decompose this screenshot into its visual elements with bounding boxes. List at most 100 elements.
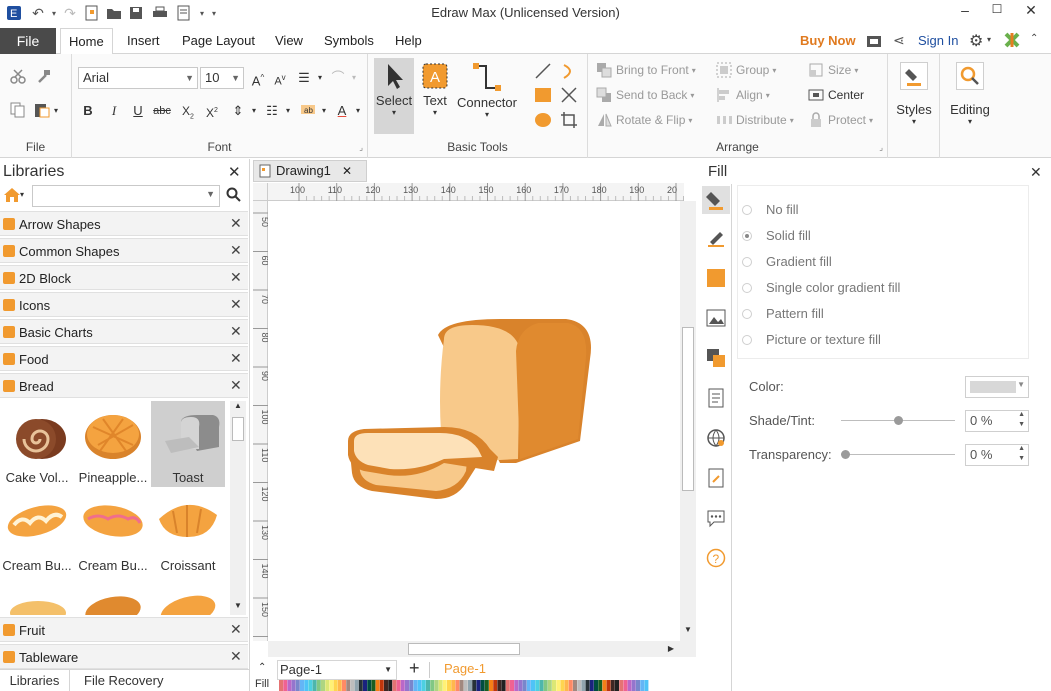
color-swatch[interactable]	[602, 680, 607, 691]
font-color-dropdown-icon[interactable]: ▾	[348, 101, 368, 121]
page-properties-icon[interactable]	[706, 388, 726, 408]
scroll-thumb[interactable]	[408, 643, 520, 655]
color-swatch[interactable]	[585, 680, 590, 691]
color-swatch[interactable]	[510, 680, 514, 691]
library-category[interactable]: Fruit ✕	[0, 617, 248, 642]
library-search-input[interactable]: ▼	[32, 185, 220, 207]
grow-font-button[interactable]: A^	[248, 68, 268, 88]
attachment-icon[interactable]	[706, 468, 726, 488]
scroll-thumb[interactable]	[232, 417, 244, 441]
arrange-dialog-launcher-icon[interactable]: ⌟	[879, 143, 883, 152]
color-swatch[interactable]	[552, 680, 556, 691]
close-category-icon[interactable]: ✕	[230, 350, 242, 367]
home-icon[interactable]	[3, 187, 21, 206]
canvas-horizontal-scrollbar[interactable]: ▶	[268, 641, 680, 657]
color-swatch[interactable]	[400, 680, 405, 691]
text-tool-button[interactable]: A Text ▾	[416, 58, 454, 134]
copy-icon[interactable]	[10, 102, 26, 121]
color-swatch[interactable]	[295, 680, 300, 691]
color-swatch[interactable]	[321, 680, 325, 691]
shade-value-input[interactable]: 0 % ▲ ▼	[965, 410, 1029, 432]
color-swatch[interactable]	[480, 680, 485, 691]
radio-button[interactable]	[742, 283, 752, 293]
color-swatch[interactable]	[316, 680, 321, 691]
arc-tool-icon[interactable]	[560, 62, 578, 83]
bullets-dropdown-icon[interactable]: ▾	[278, 101, 298, 121]
color-swatch[interactable]	[489, 680, 493, 691]
library-category[interactable]: 2D Block ✕	[0, 265, 248, 290]
close-category-icon[interactable]: ✕	[230, 323, 242, 340]
toast-drawing[interactable]	[268, 201, 680, 641]
color-swatch[interactable]	[291, 680, 296, 691]
color-swatch[interactable]	[535, 680, 540, 691]
cut-icon[interactable]	[10, 68, 26, 87]
connector-tool-button[interactable]: Connector ▾	[456, 58, 518, 134]
size-button[interactable]: Size ▾	[808, 62, 858, 78]
color-swatch[interactable]	[619, 680, 624, 691]
scroll-thumb[interactable]	[682, 327, 694, 491]
page-selector[interactable]: Page-1 ▼	[277, 660, 397, 680]
shade-slider-handle[interactable]	[894, 416, 903, 425]
color-swatch[interactable]	[577, 680, 582, 691]
color-swatch[interactable]	[405, 680, 409, 691]
shape-toast[interactable]: Toast	[151, 401, 225, 487]
fill-option-single-gradient[interactable]: Single color gradient fill	[738, 280, 1028, 298]
bring-to-front-button[interactable]: Bring to Front ▾	[596, 62, 696, 78]
tab-home[interactable]: Home	[60, 28, 113, 55]
hyperlink-globe-icon[interactable]	[706, 428, 726, 448]
format-painter-icon[interactable]	[36, 68, 52, 87]
color-swatch[interactable]	[623, 680, 628, 691]
fill-pane-icon[interactable]	[702, 186, 730, 214]
color-swatch[interactable]	[531, 680, 535, 691]
transparency-slider-track[interactable]	[841, 454, 955, 455]
strikethrough-button[interactable]: abc	[152, 101, 172, 121]
tab-page-layout[interactable]: Page Layout	[174, 28, 263, 54]
line-tool-icon[interactable]	[534, 62, 552, 83]
canvas-vertical-scrollbar[interactable]: ▼	[680, 201, 696, 641]
scroll-up-icon[interactable]: ▲	[230, 401, 246, 415]
color-swatch[interactable]	[615, 680, 619, 691]
color-swatch[interactable]	[367, 680, 372, 691]
color-swatch[interactable]	[526, 680, 531, 691]
rotate-flip-button[interactable]: Rotate & Flip ▾	[596, 112, 692, 128]
superscript-button[interactable]: X2	[202, 101, 222, 121]
library-category[interactable]: Bread ✕	[0, 373, 248, 398]
color-swatch[interactable]	[388, 680, 393, 691]
color-swatch[interactable]	[392, 680, 397, 691]
color-swatch[interactable]	[413, 680, 418, 691]
shape-croissant[interactable]: Croissant	[151, 489, 225, 575]
radio-button[interactable]	[742, 335, 752, 345]
fill-option-no-fill[interactable]: No fill	[738, 202, 1028, 220]
color-swatch[interactable]	[484, 680, 489, 691]
collapse-pagebar-icon[interactable]: ⌃	[258, 662, 266, 673]
transparency-slider-handle[interactable]	[841, 450, 850, 459]
color-swatch[interactable]	[547, 680, 552, 691]
spinner-arrows-icon[interactable]: ▲ ▼	[1018, 444, 1025, 464]
help-icon[interactable]: ?	[706, 548, 726, 568]
tab-help[interactable]: Help	[387, 28, 430, 54]
radio-button-checked[interactable]	[742, 231, 752, 241]
color-swatch[interactable]	[493, 680, 498, 691]
color-swatch[interactable]	[644, 680, 649, 691]
share-icon[interactable]: ⋖	[893, 32, 905, 49]
color-swatch[interactable]	[421, 680, 426, 691]
library-category[interactable]: Tableware ✕	[0, 644, 248, 669]
scroll-down-icon[interactable]: ▼	[230, 601, 246, 615]
color-swatch[interactable]	[379, 680, 384, 691]
color-swatch[interactable]	[300, 680, 304, 691]
color-swatch[interactable]	[459, 680, 464, 691]
center-button[interactable]: Center	[808, 87, 864, 103]
shape-cream-bun-1[interactable]: Cream Bu...	[0, 489, 74, 575]
add-page-icon[interactable]: +	[409, 658, 420, 679]
close-window-button[interactable]: ✕	[1018, 2, 1044, 22]
color-picker[interactable]: ▼	[965, 376, 1029, 398]
file-menu[interactable]: File	[0, 28, 56, 54]
tab-view[interactable]: View	[267, 28, 311, 54]
paste-icon[interactable]	[34, 102, 52, 121]
transparency-value-input[interactable]: 0 % ▲ ▼	[965, 444, 1029, 466]
color-swatch[interactable]	[384, 680, 388, 691]
align-dropdown-icon[interactable]: ▾	[310, 68, 330, 88]
shape-cream-bun-2[interactable]: Cream Bu...	[76, 489, 150, 575]
color-swatch[interactable]	[358, 680, 363, 691]
library-category[interactable]: Common Shapes ✕	[0, 238, 248, 263]
